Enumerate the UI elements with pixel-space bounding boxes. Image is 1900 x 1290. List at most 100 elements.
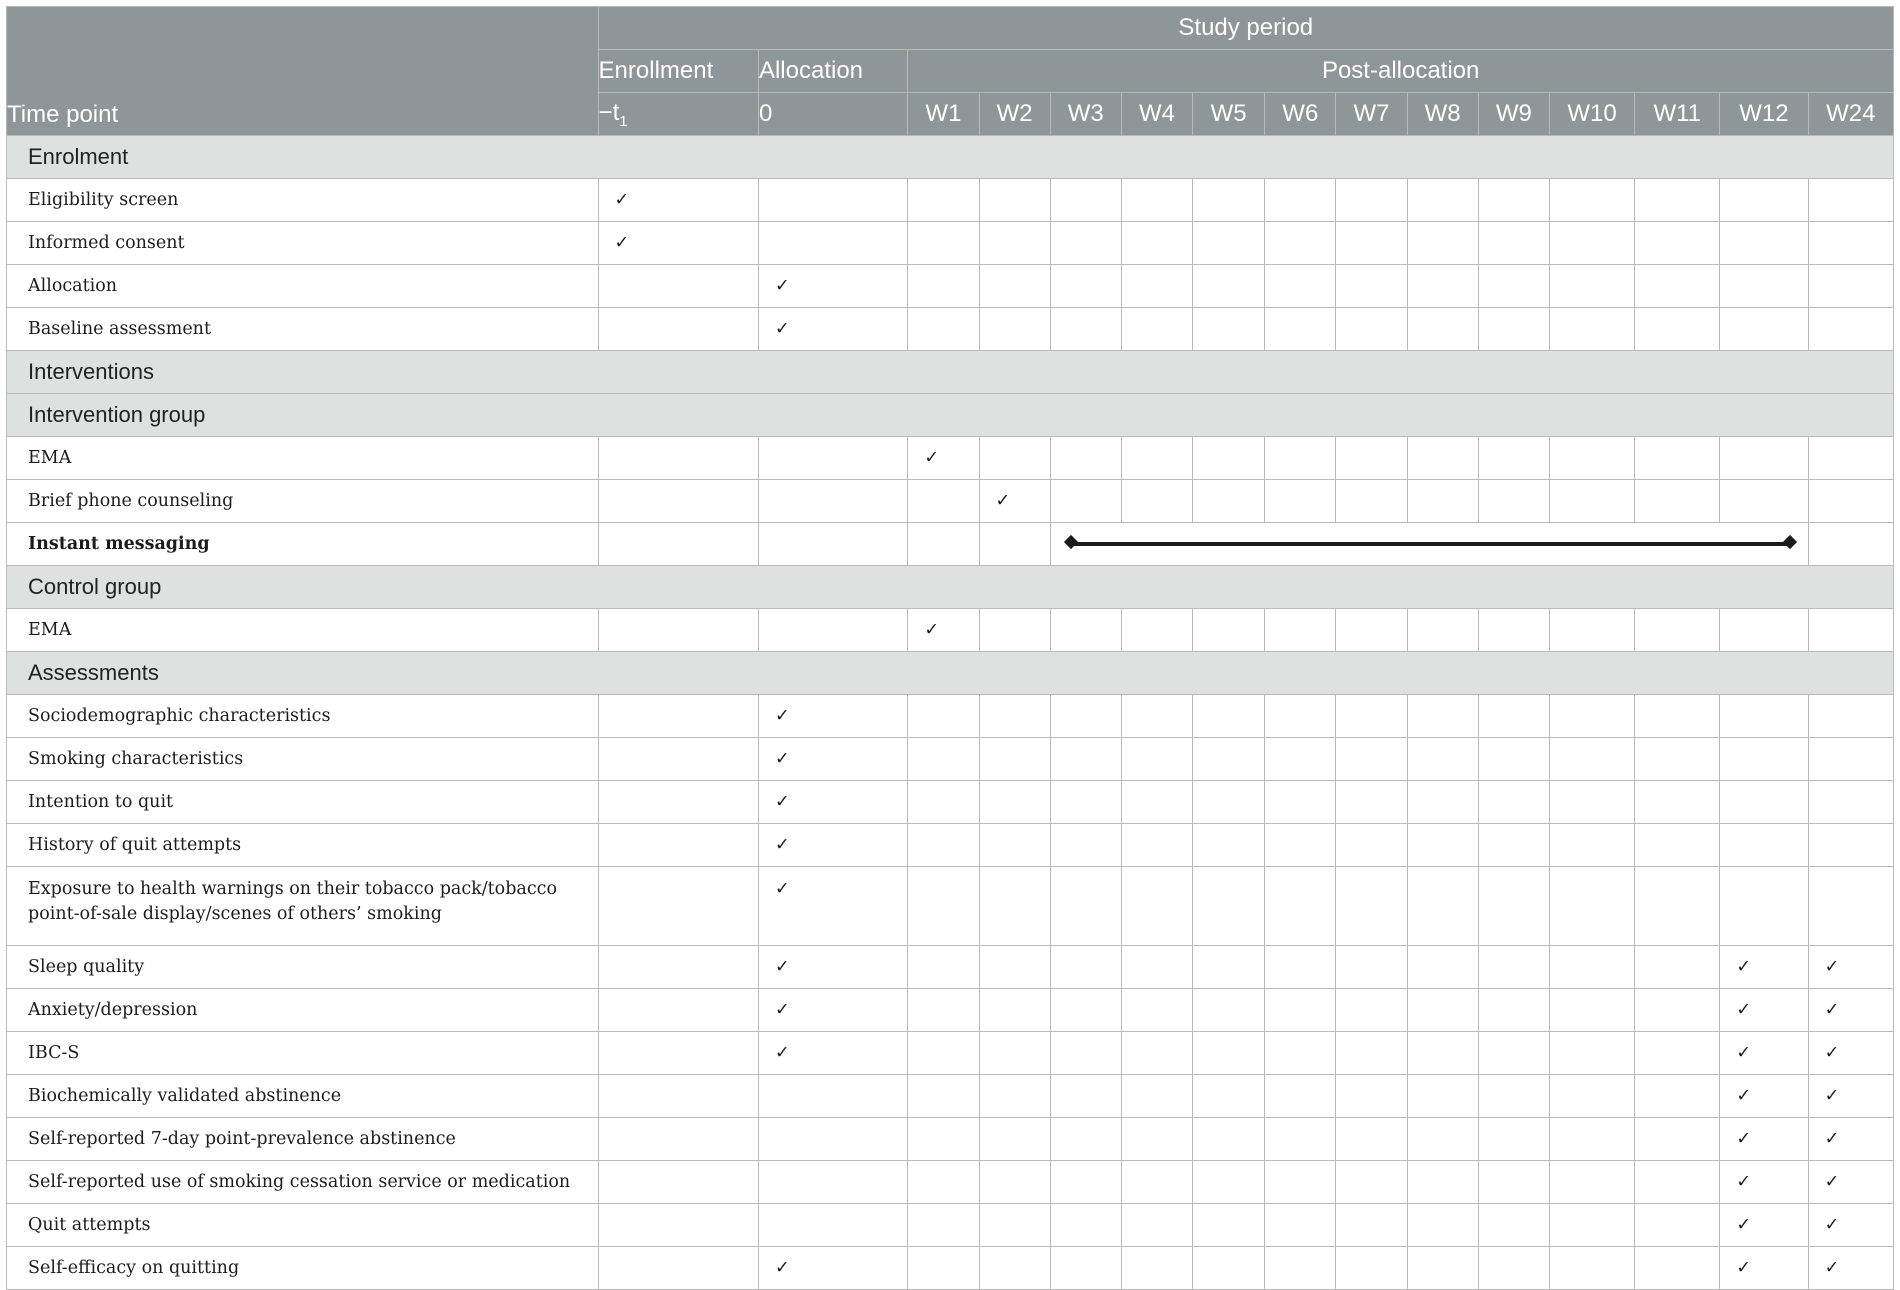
schedule-cell	[1192, 608, 1266, 652]
schedule-cell	[1807, 866, 1895, 946]
schedule-cell	[1406, 866, 1479, 946]
schedule-cell	[597, 945, 759, 989]
schedule-cell	[1406, 823, 1479, 867]
schedule-cell	[1335, 1203, 1408, 1247]
schedule-cell	[1477, 988, 1550, 1032]
schedule-cell	[1192, 1160, 1266, 1204]
schedule-cell	[597, 694, 759, 738]
table-row: EMA ✓	[6, 436, 1895, 480]
schedule-cell	[907, 1203, 980, 1247]
schedule-cell	[1477, 608, 1550, 652]
schedule-cell	[1548, 1203, 1636, 1247]
schedule-cell	[1049, 264, 1122, 308]
schedule-cell	[1634, 307, 1721, 351]
week-header-w9: W9	[1477, 92, 1550, 136]
schedule-cell	[907, 866, 980, 946]
checkmark-icon: ✓	[774, 749, 790, 769]
schedule-cell	[978, 866, 1051, 946]
table-row: Self-reported 7-day point-prevalence abs…	[6, 1117, 1895, 1161]
section-label: Enrolment	[6, 135, 1894, 179]
schedule-cell	[907, 522, 980, 566]
schedule-cell	[1264, 307, 1337, 351]
schedule-cell	[1548, 866, 1636, 946]
row-label: History of quit attempts	[6, 823, 599, 867]
schedule-cell	[1120, 479, 1194, 523]
schedule-cell	[1264, 866, 1337, 946]
table-row: Baseline assessment ✓	[6, 307, 1895, 351]
row-label: Allocation	[6, 264, 599, 308]
checkmark-cell: ✓	[978, 479, 1051, 523]
row-label: Anxiety/depression	[6, 988, 599, 1032]
schedule-cell	[1264, 945, 1337, 989]
schedule-cell	[597, 1160, 759, 1204]
checkmark-cell: ✓	[757, 866, 909, 946]
schedule-cell	[1264, 1031, 1337, 1075]
schedule-cell	[1049, 307, 1122, 351]
schedule-cell	[1120, 1203, 1194, 1247]
checkmark-cell: ✓	[757, 1031, 909, 1075]
schedule-cell	[907, 221, 980, 265]
schedule-cell	[1477, 866, 1550, 946]
schedule-cell	[1335, 945, 1408, 989]
schedule-cell	[757, 221, 909, 265]
schedule-cell	[1335, 1074, 1408, 1118]
checkmark-cell: ✓	[757, 264, 909, 308]
schedule-cell	[1719, 307, 1809, 351]
checkmark-cell: ✓	[757, 307, 909, 351]
schedule-cell	[1264, 479, 1337, 523]
schedule-cell	[1634, 780, 1721, 824]
checkmark-cell: ✓	[1719, 1203, 1809, 1247]
week-header-w3: W3	[1049, 92, 1122, 136]
checkmark-icon: ✓	[774, 1043, 790, 1063]
schedule-cell	[1264, 436, 1337, 480]
schedule-cell	[1406, 479, 1479, 523]
schedule-cell	[1192, 780, 1266, 824]
schedule-cell	[1477, 307, 1550, 351]
table-row: Eligibility screen ✓	[6, 178, 1895, 222]
schedule-cell	[1120, 988, 1194, 1032]
checkmark-cell: ✓	[1807, 945, 1895, 989]
checkmark-icon: ✓	[1824, 1043, 1840, 1063]
table-row: Brief phone counseling ✓	[6, 479, 1895, 523]
schedule-cell	[1264, 823, 1337, 867]
schedule-cell	[1335, 1246, 1408, 1290]
schedule-cell	[1807, 264, 1895, 308]
checkmark-icon: ✓	[774, 835, 790, 855]
table-row: Instant messaging	[6, 522, 1895, 566]
schedule-cell	[597, 264, 759, 308]
schedule-cell	[1120, 780, 1194, 824]
schedule-cell	[757, 178, 909, 222]
schedule-cell	[1807, 221, 1895, 265]
checkmark-cell: ✓	[1807, 1160, 1895, 1204]
schedule-cell	[1264, 1203, 1337, 1247]
schedule-cell	[1634, 1117, 1721, 1161]
week-header-w5: W5	[1192, 92, 1266, 136]
week-header-w4: W4	[1120, 92, 1194, 136]
schedule-cell	[1548, 1031, 1636, 1075]
checkmark-icon: ✓	[774, 706, 790, 726]
schedule-cell	[978, 1160, 1051, 1204]
schedule-cell	[1264, 988, 1337, 1032]
schedule-cell	[1264, 780, 1337, 824]
week-header-w7: W7	[1335, 92, 1408, 136]
schedule-cell	[1406, 780, 1479, 824]
week-header-w10: W10	[1548, 92, 1636, 136]
schedule-cell	[1548, 264, 1636, 308]
checkmark-icon: ✓	[774, 792, 790, 812]
checkmark-cell: ✓	[1719, 945, 1809, 989]
schedule-cell	[1477, 694, 1550, 738]
schedule-cell	[1049, 737, 1122, 781]
schedule-cell	[1406, 436, 1479, 480]
checkmark-cell: ✓	[1719, 988, 1809, 1032]
table-row: Biochemically validated abstinence ✓ ✓	[6, 1074, 1895, 1118]
row-label: Brief phone counseling	[6, 479, 599, 523]
schedule-cell	[1335, 1160, 1408, 1204]
schedule-cell	[907, 945, 980, 989]
checkmark-cell: ✓	[1807, 1246, 1895, 1290]
schedule-cell	[1406, 1074, 1479, 1118]
schedule-cell	[1807, 780, 1895, 824]
checkmark-cell: ✓	[757, 780, 909, 824]
schedule-cell	[1192, 436, 1266, 480]
checkmark-icon: ✓	[774, 319, 790, 339]
row-label: EMA	[6, 436, 599, 480]
